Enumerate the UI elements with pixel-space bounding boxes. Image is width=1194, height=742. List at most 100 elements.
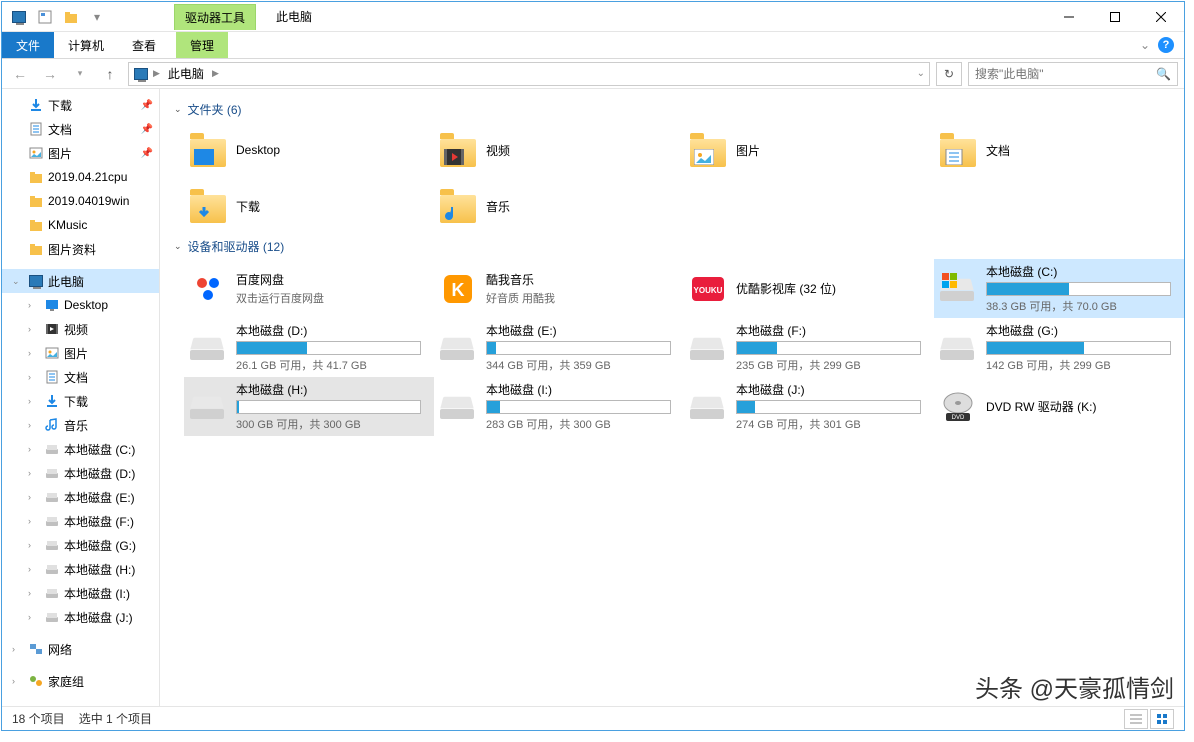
folder-item[interactable]: 图片 bbox=[684, 122, 934, 178]
recent-dropdown[interactable]: ▾ bbox=[68, 62, 92, 86]
chevron-right-icon[interactable]: › bbox=[12, 644, 24, 654]
nav-pc-item[interactable]: ›音乐 bbox=[2, 413, 159, 437]
folder-label: 视频 bbox=[486, 142, 510, 159]
navigation-pane[interactable]: 下载📌文档📌图片📌2019.04.21cpu2019.04019winKMusi… bbox=[2, 89, 160, 706]
chevron-right-icon[interactable]: › bbox=[28, 516, 40, 526]
nav-pc-item[interactable]: ›本地磁盘 (F:) bbox=[2, 509, 159, 533]
nav-pc-item[interactable]: ›本地磁盘 (I:) bbox=[2, 581, 159, 605]
back-button[interactable]: ← bbox=[8, 62, 32, 86]
folder-item[interactable]: 视频 bbox=[434, 122, 684, 178]
drive-item[interactable]: 本地磁盘 (I:)283 GB 可用，共 300 GB bbox=[434, 377, 684, 436]
folder-item[interactable]: 音乐 bbox=[434, 178, 684, 234]
search-icon[interactable]: 🔍 bbox=[1156, 67, 1171, 81]
drive-item[interactable]: 本地磁盘 (C:)38.3 GB 可用，共 70.0 GB bbox=[934, 259, 1184, 318]
tab-manage[interactable]: 管理 bbox=[176, 32, 228, 58]
chevron-right-icon[interactable]: › bbox=[28, 612, 40, 622]
nav-quick-item[interactable]: 图片📌 bbox=[2, 141, 159, 165]
address-bar[interactable]: ▶ 此电脑 ▶ ⌄ bbox=[128, 62, 930, 86]
group-folders-header[interactable]: ⌄ 文件夹 (6) bbox=[166, 97, 1184, 122]
chevron-right-icon[interactable]: › bbox=[28, 420, 40, 430]
drive-item[interactable]: 本地磁盘 (J:)274 GB 可用，共 301 GB bbox=[684, 377, 934, 436]
nav-pc-item[interactable]: ›视频 bbox=[2, 317, 159, 341]
help-icon[interactable]: ? bbox=[1158, 37, 1174, 53]
nav-pc-item[interactable]: ›本地磁盘 (E:) bbox=[2, 485, 159, 509]
nav-network[interactable]: › 网络 bbox=[2, 637, 159, 661]
chevron-down-icon[interactable]: ⌄ bbox=[12, 276, 24, 287]
view-details-button[interactable] bbox=[1124, 709, 1148, 729]
folder-label: 音乐 bbox=[486, 198, 510, 215]
nav-pc-item[interactable]: ›本地磁盘 (C:) bbox=[2, 437, 159, 461]
chevron-right-icon[interactable]: › bbox=[12, 676, 24, 686]
search-box[interactable]: 🔍 bbox=[968, 62, 1178, 86]
ribbon-expand-icon[interactable]: ⌄ bbox=[1140, 38, 1150, 52]
close-button[interactable] bbox=[1138, 2, 1184, 32]
nav-quick-item[interactable]: KMusic bbox=[2, 213, 159, 237]
folder-item[interactable]: Desktop bbox=[184, 122, 434, 178]
qat-dropdown-icon[interactable]: ▾ bbox=[86, 6, 108, 28]
app-item[interactable]: K酷我音乐好音质 用酷我 bbox=[434, 259, 684, 318]
nav-quick-item[interactable]: 下载📌 bbox=[2, 93, 159, 117]
nav-quick-item[interactable]: 2019.04.21cpu bbox=[2, 165, 159, 189]
chevron-right-icon[interactable]: › bbox=[28, 348, 40, 358]
minimize-button[interactable] bbox=[1046, 2, 1092, 32]
content-pane[interactable]: ⌄ 文件夹 (6) Desktop 视频 图片文档下载 音乐 ⌄ 设备和驱动器 (12… bbox=[160, 89, 1184, 706]
nav-homegroup[interactable]: › 家庭组 bbox=[2, 669, 159, 693]
group-devices-header[interactable]: ⌄ 设备和驱动器 (12) bbox=[166, 234, 1184, 259]
drive-item[interactable]: 本地磁盘 (D:)26.1 GB 可用，共 41.7 GB bbox=[184, 318, 434, 377]
chevron-right-icon[interactable]: › bbox=[28, 468, 40, 478]
nav-pc-item[interactable]: ›本地磁盘 (J:) bbox=[2, 605, 159, 629]
nav-pc-item[interactable]: ›下载 bbox=[2, 389, 159, 413]
nav-pc-item[interactable]: ›Desktop bbox=[2, 293, 159, 317]
chevron-right-icon[interactable]: ▶ bbox=[153, 68, 160, 79]
drive-item[interactable]: 本地磁盘 (E:)344 GB 可用，共 359 GB bbox=[434, 318, 684, 377]
tab-view[interactable]: 查看 bbox=[118, 32, 170, 58]
app-name: 优酷影视库 (32 位) bbox=[736, 280, 930, 297]
drive-item[interactable]: 本地磁盘 (G:)142 GB 可用，共 299 GB bbox=[934, 318, 1184, 377]
chevron-right-icon[interactable]: › bbox=[28, 324, 40, 334]
chevron-right-icon[interactable]: ▶ bbox=[212, 68, 219, 79]
breadcrumb-segment[interactable]: 此电脑 bbox=[164, 65, 208, 82]
drive-name: 本地磁盘 (D:) bbox=[236, 322, 430, 339]
folder-item[interactable]: 文档 bbox=[934, 122, 1184, 178]
view-icons-button[interactable] bbox=[1150, 709, 1174, 729]
search-input[interactable] bbox=[975, 67, 1156, 81]
tab-computer[interactable]: 计算机 bbox=[54, 32, 118, 58]
chevron-down-icon[interactable]: ⌄ bbox=[174, 104, 182, 115]
nav-label: 图片资料 bbox=[48, 241, 96, 258]
drive-item[interactable]: DVDDVD RW 驱动器 (K:) bbox=[934, 377, 1184, 436]
nav-quick-item[interactable]: 图片资料 bbox=[2, 237, 159, 261]
nav-pc-item[interactable]: › 本地磁盘 (H:) bbox=[2, 557, 159, 581]
nav-label: 本地磁盘 (H:) bbox=[64, 561, 135, 578]
new-folder-icon[interactable] bbox=[60, 6, 82, 28]
nav-pc-item[interactable]: ›图片 bbox=[2, 341, 159, 365]
app-icon[interactable] bbox=[8, 6, 30, 28]
chevron-right-icon[interactable]: › bbox=[28, 540, 40, 550]
chevron-right-icon[interactable]: › bbox=[28, 492, 40, 502]
nav-pc-item[interactable]: ›本地磁盘 (G:) bbox=[2, 533, 159, 557]
nav-quick-item[interactable]: 文档📌 bbox=[2, 117, 159, 141]
drive-item[interactable]: 本地磁盘 (H:)300 GB 可用，共 300 GB bbox=[184, 377, 434, 436]
nav-this-pc[interactable]: ⌄ 此电脑 bbox=[2, 269, 159, 293]
context-tab[interactable]: 驱动器工具 bbox=[174, 4, 256, 30]
forward-button[interactable]: → bbox=[38, 62, 62, 86]
app-item[interactable]: YOUKU优酷影视库 (32 位) bbox=[684, 259, 934, 318]
nav-pc-item[interactable]: ›文档 bbox=[2, 365, 159, 389]
chevron-right-icon[interactable]: › bbox=[28, 564, 40, 574]
nav-pc-item[interactable]: ›本地磁盘 (D:) bbox=[2, 461, 159, 485]
chevron-right-icon[interactable]: › bbox=[28, 300, 40, 310]
up-button[interactable]: ↑ bbox=[98, 62, 122, 86]
chevron-down-icon[interactable]: ⌄ bbox=[174, 241, 182, 252]
properties-icon[interactable] bbox=[34, 6, 56, 28]
tab-file[interactable]: 文件 bbox=[2, 32, 54, 58]
chevron-right-icon[interactable]: › bbox=[28, 372, 40, 382]
drive-item[interactable]: 本地磁盘 (F:)235 GB 可用，共 299 GB bbox=[684, 318, 934, 377]
chevron-right-icon[interactable]: › bbox=[28, 396, 40, 406]
folder-item[interactable]: 下载 bbox=[184, 178, 434, 234]
chevron-right-icon[interactable]: › bbox=[28, 588, 40, 598]
app-item[interactable]: 百度网盘双击运行百度网盘 bbox=[184, 259, 434, 318]
refresh-button[interactable]: ↻ bbox=[936, 62, 962, 86]
address-dropdown-icon[interactable]: ⌄ bbox=[917, 68, 925, 79]
nav-quick-item[interactable]: 2019.04019win bbox=[2, 189, 159, 213]
maximize-button[interactable] bbox=[1092, 2, 1138, 32]
chevron-right-icon[interactable]: › bbox=[28, 444, 40, 454]
